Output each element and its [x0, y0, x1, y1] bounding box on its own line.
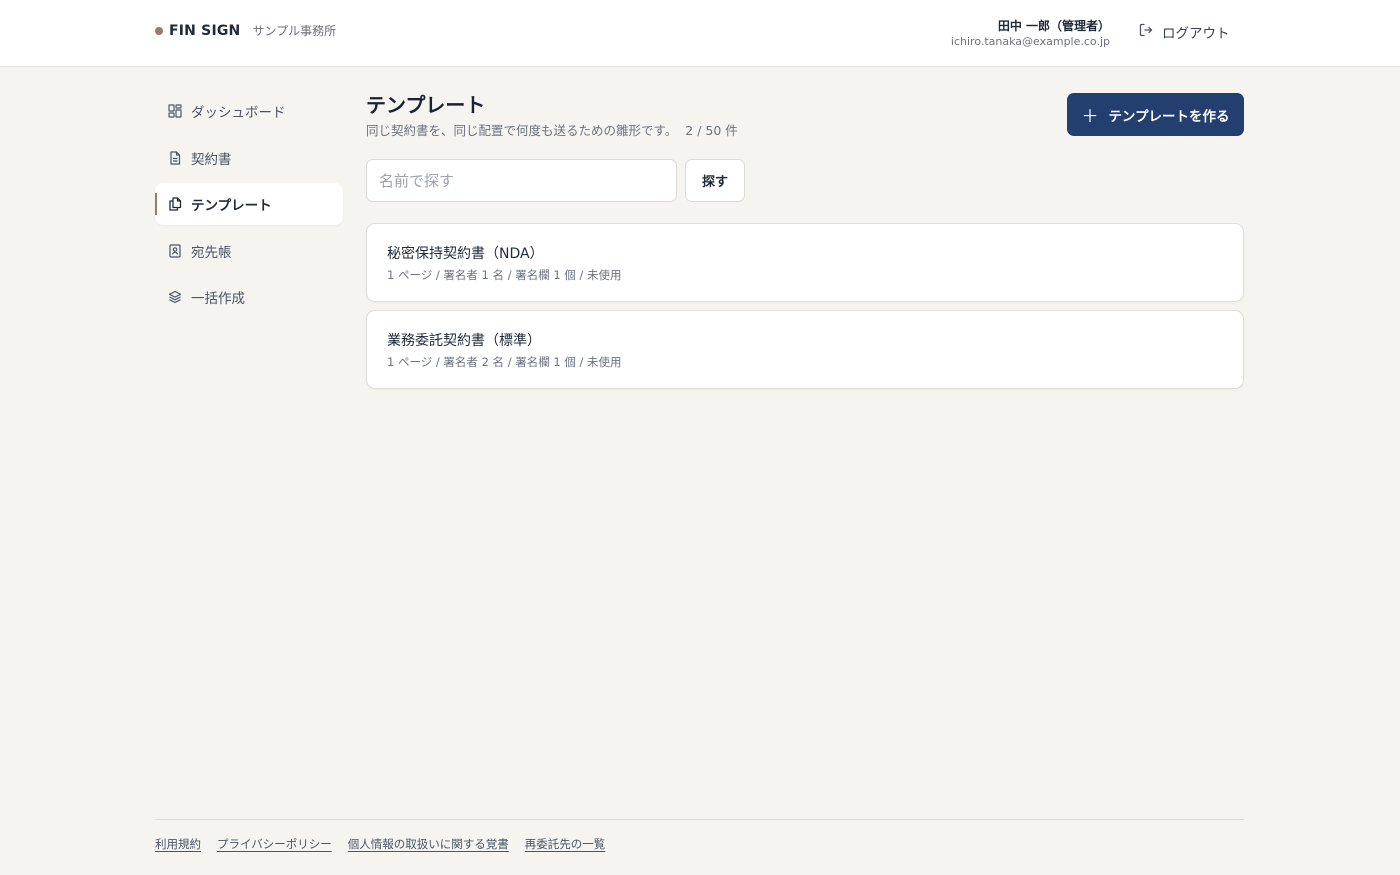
top-bar: FIN SIGN サンプル事務所 田中 一郎（管理者） ichiro.tanak…	[0, 0, 1400, 67]
main-content: テンプレート 同じ契約書を、同じ配置で何度も送るための雛形です。 2 / 50 件…	[366, 90, 1244, 389]
template-title: 業務委託契約書（標準）	[387, 333, 541, 349]
terms-link[interactable]: 利用規約	[155, 836, 201, 852]
sidebar-item-label: ダッシュボード	[191, 105, 286, 121]
search-input[interactable]	[366, 159, 677, 202]
sidebar-item-dashboard[interactable]: ダッシュボード	[155, 90, 343, 132]
dashboard-icon	[168, 104, 182, 118]
template-list: 秘密保持契約書（NDA） 1 ページ / 署名者 1 名 / 署名欄 1 個 /…	[366, 223, 1244, 397]
document-icon	[168, 150, 182, 165]
copy-icon	[168, 197, 182, 211]
brand-dot-icon	[155, 26, 163, 35]
sidebar-item-label: テンプレート	[191, 198, 272, 215]
contact-book-icon	[168, 244, 182, 258]
organization-name: サンプル事務所	[252, 24, 337, 38]
template-title: 秘密保持契約書（NDA）	[387, 246, 544, 262]
template-card[interactable]: 業務委託契約書（標準） 1 ページ / 署名者 2 名 / 署名欄 1 個 / …	[366, 310, 1244, 389]
template-meta: 1 ページ / 署名者 2 名 / 署名欄 1 個 / 未使用	[387, 355, 622, 369]
logout-icon	[1138, 22, 1154, 42]
subtitle-text: 同じ契約書を、同じ配置で何度も送るための雛形です。	[366, 123, 678, 138]
brand-name: FIN SIGN	[169, 22, 241, 39]
layers-icon	[168, 290, 182, 304]
user-info: 田中 一郎（管理者） ichiro.tanaka@example.co.jp	[951, 18, 1110, 50]
sidebar-item-label: 宛先帳	[191, 244, 232, 261]
user-name: 田中 一郎（管理者）	[997, 19, 1110, 33]
sidebar-item-contact-book[interactable]: 宛先帳	[155, 230, 343, 272]
subcontractor-list-link[interactable]: 再委託先の一覧	[525, 836, 606, 852]
logout-button[interactable]: ログアウト	[1138, 22, 1230, 42]
create-template-label: テンプレートを作る	[1108, 108, 1230, 125]
sidebar: ダッシュボード 契約書 テンプレート 宛先帳 一括作成	[155, 90, 343, 323]
sidebar-item-templates[interactable]: テンプレート	[155, 183, 343, 226]
search-bar: 探す	[366, 159, 745, 202]
footer-links: 利用規約 プライバシーポリシー 個人情報の取扱いに関する覚書 再委託先の一覧	[155, 836, 1244, 852]
sidebar-item-bulk-create[interactable]: 一括作成	[155, 276, 343, 318]
privacy-policy-link[interactable]: プライバシーポリシー	[217, 836, 332, 852]
brand[interactable]: FIN SIGN サンプル事務所	[155, 22, 336, 39]
template-meta: 1 ページ / 署名者 1 名 / 署名欄 1 個 / 未使用	[387, 268, 622, 282]
personal-info-memo-link[interactable]: 個人情報の取扱いに関する覚書	[348, 836, 509, 852]
footer: 利用規約 プライバシーポリシー 個人情報の取扱いに関する覚書 再委託先の一覧	[155, 819, 1244, 852]
logout-label: ログアウト	[1162, 26, 1230, 42]
sidebar-item-label: 契約書	[191, 151, 232, 168]
sidebar-item-label: 一括作成	[191, 291, 245, 308]
template-card[interactable]: 秘密保持契約書（NDA） 1 ページ / 署名者 1 名 / 署名欄 1 個 /…	[366, 223, 1244, 302]
template-count: 2 / 50 件	[685, 123, 738, 138]
create-template-button[interactable]: ＋ テンプレートを作る	[1067, 93, 1244, 136]
search-button[interactable]: 探す	[685, 159, 745, 202]
plus-icon: ＋	[1081, 107, 1099, 127]
user-email: ichiro.tanaka@example.co.jp	[950, 35, 1110, 48]
sidebar-item-contracts[interactable]: 契約書	[155, 137, 343, 179]
